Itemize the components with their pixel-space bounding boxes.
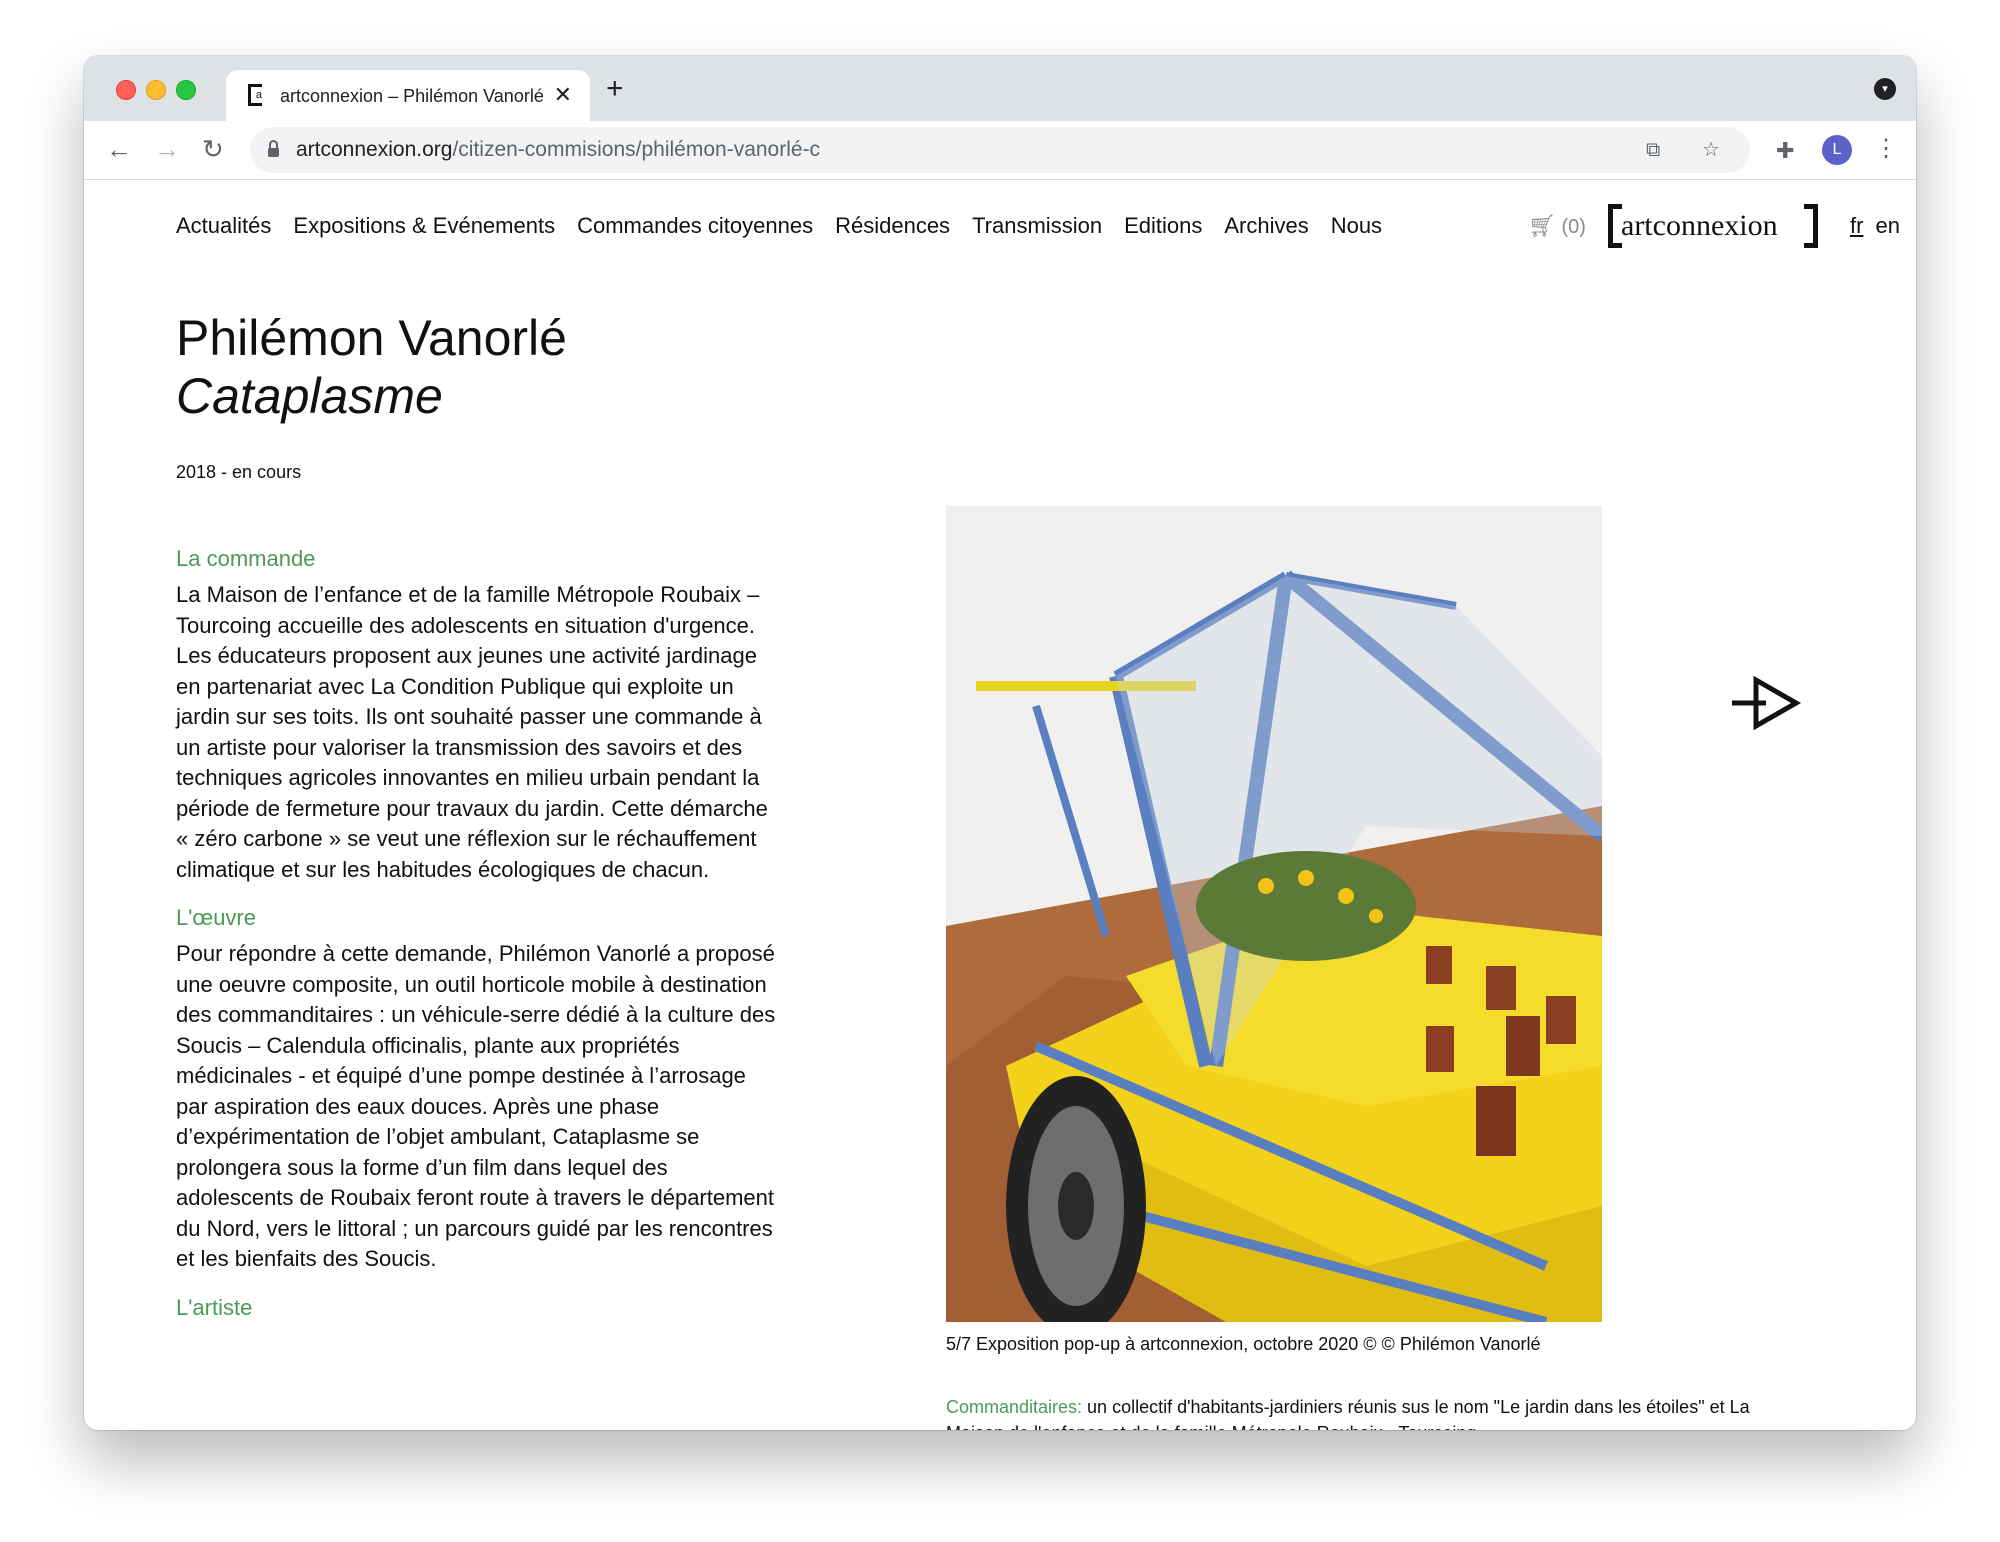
section-body: Pour répondre à cette demande, Philémon … [176, 941, 776, 1271]
url-text[interactable]: artconnexion.org/citizen-commisions/phil… [296, 138, 820, 162]
artwork-title: Cataplasme [176, 368, 443, 424]
artist-name: Philémon Vanorlé [176, 310, 567, 366]
main-navigation: Actualités Expositions & Evénements Comm… [176, 210, 1382, 242]
url-domain: artconnexion.org [296, 138, 453, 161]
logo-text: artconnexion [1621, 209, 1778, 242]
nav-item-expositions[interactable]: Expositions & Evénements [293, 210, 555, 242]
site-logo[interactable]: artconnexion [1608, 204, 1818, 248]
nav-item-commandes[interactable]: Commandes citoyennes [577, 210, 813, 242]
new-tab-button[interactable]: + [606, 74, 624, 104]
cart-count: (0) [1561, 216, 1586, 238]
nav-item-residences[interactable]: Résidences [835, 210, 950, 242]
tab-close-icon[interactable]: ✕ [554, 82, 572, 108]
tab-search-icon[interactable]: ▾ [1874, 78, 1896, 100]
browser-tab[interactable]: a artconnexion – Philémon Vanorlé ✕ [226, 70, 590, 121]
browser-window: a artconnexion – Philémon Vanorlé ✕ + ▾ … [84, 56, 1916, 1430]
minimize-window-button[interactable] [146, 80, 166, 100]
section-heading: L'œuvre [176, 905, 256, 930]
favicon-icon: a [248, 84, 262, 106]
lock-icon[interactable] [268, 140, 279, 157]
lang-en-link[interactable]: en [1875, 213, 1899, 238]
lang-fr-link[interactable]: fr [1850, 213, 1863, 238]
project-description: La commande La Maison de l’enfance et de… [176, 544, 776, 1329]
extensions-icon[interactable]: ✚ [1776, 139, 1794, 163]
commanditaires-label: Commanditaires: [946, 1397, 1083, 1417]
cart-link[interactable]: 🛒︎ (0) [1528, 210, 1586, 243]
language-switcher: fr en [1850, 210, 1900, 242]
zoom-window-button[interactable] [176, 80, 196, 100]
section-body: La Maison de l’enfance et de la famille … [176, 582, 768, 882]
back-icon[interactable]: ← [106, 135, 132, 163]
cart-icon: 🛒︎ [1528, 213, 1556, 238]
nav-item-editions[interactable]: Editions [1124, 210, 1202, 242]
project-date: 2018 - en cours [176, 462, 302, 482]
reload-icon[interactable]: ↻ [202, 135, 224, 163]
forward-icon[interactable]: → [154, 135, 180, 163]
url-path: /citizen-commisions/philémon-vanorlé-c [452, 138, 821, 161]
next-arrow-icon[interactable] [1732, 676, 1802, 730]
web-page: Actualités Expositions & Evénements Comm… [84, 180, 1916, 1430]
menu-icon[interactable]: ⋮ [1874, 135, 1898, 163]
star-icon[interactable]: ☆ [1702, 139, 1720, 161]
translate-icon[interactable]: ⧉ [1646, 139, 1660, 161]
nav-item-nous[interactable]: Nous [1331, 210, 1382, 242]
section-heading: La commande [176, 546, 316, 571]
artwork-photo[interactable] [946, 506, 1602, 1322]
nav-item-transmission[interactable]: Transmission [972, 210, 1102, 242]
section-heading: L'artiste [176, 1294, 253, 1320]
close-window-button[interactable] [116, 80, 136, 100]
address-bar[interactable]: artconnexion.org/citizen-commisions/phil… [250, 127, 1750, 173]
tab-title: artconnexion – Philémon Vanorlé [280, 86, 544, 106]
browser-toolbar: ← → ↻ artconnexion.org/citizen-commision… [84, 121, 1916, 180]
profile-avatar[interactable]: L [1822, 135, 1852, 165]
tab-bar: a artconnexion – Philémon Vanorlé ✕ + ▾ [84, 56, 1916, 121]
photo-illustration [946, 506, 1602, 1322]
nav-item-actualites[interactable]: Actualités [176, 210, 271, 242]
commanditaires-text: Commanditaires: un collectif d'habitants… [946, 1394, 1766, 1430]
nav-item-archives[interactable]: Archives [1224, 210, 1308, 242]
photo-caption: 5/7 Exposition pop-up à artconnexion, oc… [946, 1334, 1541, 1354]
